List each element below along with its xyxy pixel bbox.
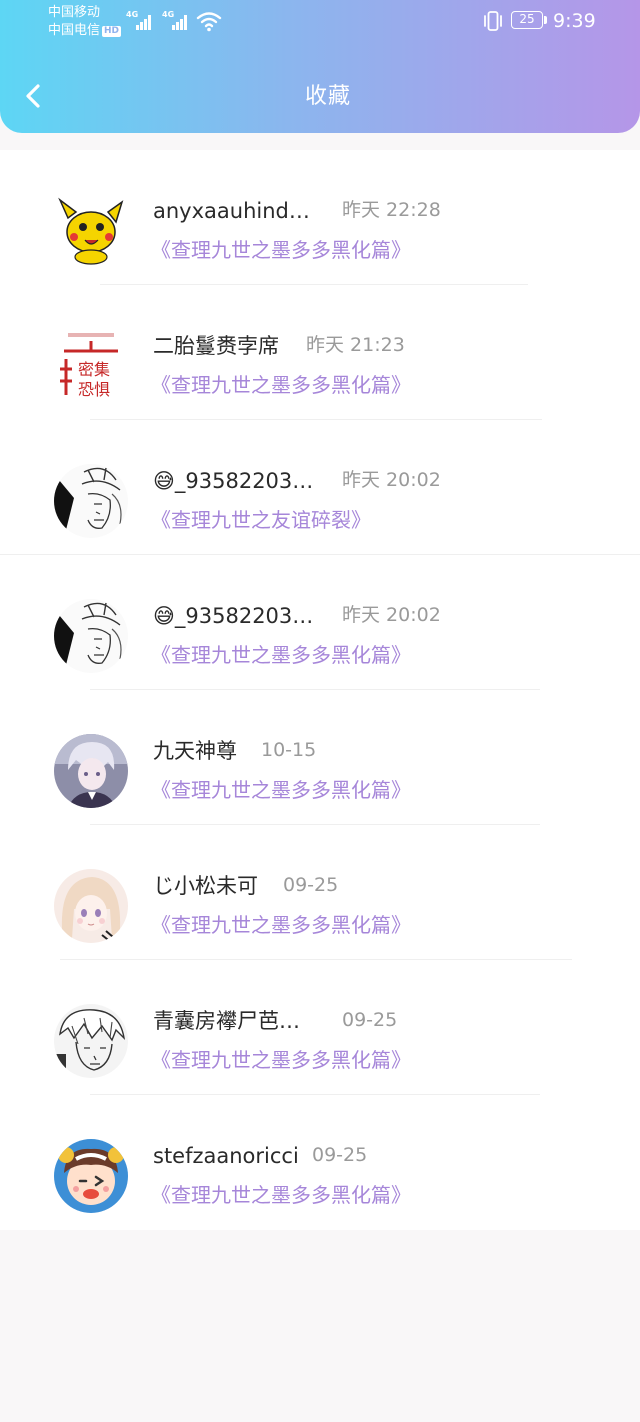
app-header: 中国移动 中国电信 HD 4G 4G 25 9:39 收藏 bbox=[0, 0, 640, 133]
username[interactable]: 九天神尊 bbox=[153, 737, 237, 765]
hd-badge: HD bbox=[102, 26, 122, 37]
favorite-item[interactable]: 密集 恐惧 二胎鬘赉孛席 昨天 21:23 《查理九世之墨多多黑化篇》 bbox=[0, 285, 640, 420]
favorite-time: 昨天 20:02 bbox=[342, 469, 441, 491]
favorite-item[interactable]: 青囊房襻尸芭… 09-25 《查理九世之墨多多黑化篇》 bbox=[0, 960, 640, 1095]
book-title[interactable]: 《查理九世之墨多多黑化篇》 bbox=[151, 776, 411, 804]
silver-hair-anime-avatar-icon[interactable] bbox=[54, 734, 128, 808]
battery-cap bbox=[544, 16, 547, 24]
favorite-time: 09-25 bbox=[312, 1144, 368, 1166]
status-bar: 中国移动 中国电信 HD 4G 4G 25 9:39 bbox=[0, 0, 640, 44]
vibrate-icon bbox=[484, 11, 502, 31]
favorite-time: 昨天 22:28 bbox=[342, 199, 441, 221]
carrier-2-row: 中国电信 HD bbox=[48, 22, 122, 40]
book-title[interactable]: 《查理九世之墨多多黑化篇》 bbox=[151, 911, 411, 939]
username[interactable]: 青囊房襻尸芭… bbox=[153, 1007, 300, 1035]
username[interactable]: 二胎鬘赉孛席 bbox=[153, 332, 279, 360]
favorite-time: 09-25 bbox=[342, 1009, 398, 1031]
page-title: 收藏 bbox=[304, 84, 351, 109]
book-title[interactable]: 《查理九世之墨多多黑化篇》 bbox=[151, 641, 411, 669]
manga-sketch-avatar-icon[interactable] bbox=[54, 599, 128, 673]
red-calligraphy-avatar-icon[interactable]: 密集 恐惧 bbox=[54, 329, 128, 403]
book-title[interactable]: 《查理九世之墨多多黑化篇》 bbox=[151, 236, 411, 264]
pastel-anime-girl-avatar-icon[interactable] bbox=[54, 869, 128, 943]
yellow-creature-avatar-icon[interactable] bbox=[54, 194, 128, 268]
favorite-item[interactable]: 😅_93582203… 昨天 20:02 《查理九世之友谊碎裂》 bbox=[0, 420, 640, 555]
book-title[interactable]: 《查理九世之友谊碎裂》 bbox=[151, 506, 371, 534]
carrier-info: 中国移动 中国电信 HD bbox=[48, 4, 122, 40]
favorite-item[interactable]: 😅_93582203… 昨天 20:02 《查理九世之墨多多黑化篇》 bbox=[0, 555, 640, 690]
favorite-item[interactable]: じ小松未可 09-25 《查理九世之墨多多黑化篇》 bbox=[0, 825, 640, 960]
username[interactable]: stefzaanoricci bbox=[153, 1142, 299, 1170]
favorite-time: 昨天 20:02 bbox=[342, 604, 441, 626]
svg-text:恐惧: 恐惧 bbox=[78, 380, 110, 399]
favorite-item[interactable]: stefzaanoricci 09-25 《查理九世之墨多多黑化篇》 bbox=[0, 1095, 640, 1230]
status-clock: 9:39 bbox=[553, 10, 596, 32]
favorite-item[interactable]: 九天神尊 10-15 《查理九世之墨多多黑化篇》 bbox=[0, 690, 640, 825]
favorite-item[interactable]: anyxaauhind… 昨天 22:28 《查理九世之墨多多黑化篇》 bbox=[0, 150, 640, 285]
favorite-time: 10-15 bbox=[261, 739, 317, 761]
manga-boy-avatar-icon[interactable] bbox=[54, 1004, 128, 1078]
manga-sketch-avatar-icon[interactable] bbox=[54, 464, 128, 538]
book-title[interactable]: 《查理九世之墨多多黑化篇》 bbox=[151, 1046, 411, 1074]
winking-cartoon-avatar-icon[interactable] bbox=[54, 1139, 128, 1213]
username[interactable]: 😅_93582203… bbox=[153, 602, 313, 630]
carrier-2-label: 中国电信 bbox=[48, 23, 101, 38]
book-title[interactable]: 《查理九世之墨多多黑化篇》 bbox=[151, 1181, 411, 1209]
favorite-time: 09-25 bbox=[283, 874, 339, 896]
username[interactable]: 😅_93582203… bbox=[153, 467, 313, 495]
username[interactable]: じ小松未可 bbox=[153, 872, 258, 900]
battery-icon: 25 bbox=[511, 11, 543, 29]
svg-text:密集: 密集 bbox=[78, 360, 110, 379]
carrier-1-label: 中国移动 bbox=[48, 5, 101, 20]
book-title[interactable]: 《查理九世之墨多多黑化篇》 bbox=[151, 371, 411, 399]
username[interactable]: anyxaauhind… bbox=[153, 197, 310, 225]
favorites-list: anyxaauhind… 昨天 22:28 《查理九世之墨多多黑化篇》 密集 恐… bbox=[0, 150, 640, 1230]
favorite-time: 昨天 21:23 bbox=[306, 334, 405, 356]
wifi-icon bbox=[196, 12, 222, 32]
